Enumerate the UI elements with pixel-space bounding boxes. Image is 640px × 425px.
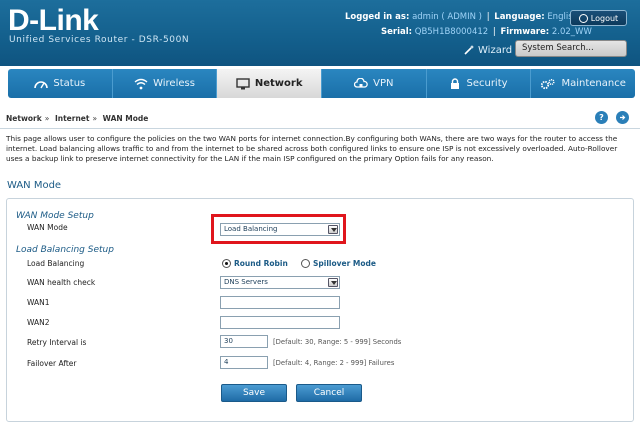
wan2-label: WAN2 (27, 318, 50, 327)
health-check-value: DNS Servers (224, 278, 268, 286)
chevron-down-icon (328, 278, 338, 287)
logged-in-info: Logged in as: admin ( ADMIN ) | Language… (345, 12, 599, 22)
firmware-value: 2.02_WW (551, 27, 592, 37)
dlink-logo: D-Link (8, 4, 99, 37)
section-title: WAN Mode (7, 180, 62, 191)
wan1-label: WAN1 (27, 298, 50, 307)
device-subtitle: Unified Services Router - DSR-500N (9, 35, 190, 45)
breadcrumb-internet[interactable]: Internet (55, 114, 90, 123)
load-balancing-setup-title: Load Balancing Setup (16, 245, 114, 255)
wan2-input[interactable] (220, 316, 340, 329)
serial-label: Serial: (381, 27, 413, 37)
highlight-annotation (211, 214, 346, 244)
wand-icon (464, 45, 474, 55)
retry-interval-hint: [Default: 30, Range: 5 - 999] Seconds (273, 338, 402, 346)
wifi-icon (134, 78, 148, 89)
breadcrumb-wan-mode: WAN Mode (102, 114, 149, 123)
logout-label: Logout (590, 13, 619, 23)
wan-mode-label: WAN Mode (27, 223, 68, 232)
nav-status-label: Status (53, 78, 86, 89)
radio-selected-icon (222, 259, 231, 268)
lock-icon (451, 77, 460, 89)
main-nav: Status Wireless Network VPN Security Mai… (8, 69, 635, 98)
logout-button[interactable]: Logout (570, 10, 627, 26)
system-search-input[interactable]: System Search... (515, 40, 627, 57)
wan-mode-setup-title: WAN Mode Setup (16, 211, 94, 221)
gauge-icon (34, 80, 49, 88)
retry-interval-label: Retry Interval is (27, 338, 87, 347)
arrow-icon (620, 115, 626, 120)
nav-network[interactable]: Network (217, 69, 323, 98)
nav-status[interactable]: Status (8, 69, 113, 98)
breadcrumb: Network» Internet» WAN Mode (6, 114, 149, 123)
nav-security-label: Security (466, 78, 508, 89)
info-icon[interactable] (616, 111, 629, 124)
failover-label: Failover After (27, 359, 77, 368)
nav-maintenance-label: Maintenance (561, 78, 626, 89)
language-label: Language: (494, 12, 545, 22)
nav-security[interactable]: Security (427, 69, 532, 98)
monitor-icon (236, 77, 250, 89)
health-check-select[interactable]: DNS Servers (220, 276, 340, 289)
device-info: Serial: QB5H1B8000412 | Firmware: 2.02_W… (381, 27, 592, 37)
wan1-input[interactable] (220, 296, 340, 309)
nav-wireless-label: Wireless (153, 78, 195, 89)
nav-maintenance[interactable]: Maintenance (531, 69, 635, 98)
health-check-label: WAN health check (27, 278, 96, 287)
help-icon[interactable]: ? (595, 111, 608, 124)
nav-vpn[interactable]: VPN (322, 69, 427, 98)
cloud-lock-icon (354, 77, 368, 88)
page-description: This page allows user to configure the p… (6, 134, 618, 163)
radio-unselected-icon (301, 259, 310, 268)
logged-in-user: admin ( ADMIN ) (412, 12, 482, 22)
nav-network-label: Network (254, 78, 303, 89)
gears-icon (541, 78, 556, 89)
round-robin-radio[interactable]: Round Robin (222, 259, 288, 268)
nav-wireless[interactable]: Wireless (113, 69, 218, 98)
logged-in-label: Logged in as: (345, 12, 410, 22)
nav-vpn-label: VPN (373, 78, 394, 89)
breadcrumb-network[interactable]: Network (6, 114, 42, 123)
failover-hint: [Default: 4, Range: 2 - 999] Failures (273, 359, 395, 367)
cancel-button[interactable]: Cancel (296, 384, 362, 402)
retry-interval-input[interactable]: 30 (220, 335, 268, 348)
firmware-label: Firmware: (500, 27, 550, 37)
wizard-link[interactable]: Wizard (463, 44, 512, 56)
top-header: D-Link Unified Services Router - DSR-500… (0, 0, 640, 66)
load-balancing-label: Load Balancing (27, 259, 85, 268)
wizard-label: Wizard (478, 44, 513, 56)
failover-input[interactable]: 4 (220, 356, 268, 369)
save-button[interactable]: Save (221, 384, 287, 402)
spillover-radio[interactable]: Spillover Mode (301, 259, 376, 268)
round-robin-label: Round Robin (234, 259, 288, 268)
power-icon (578, 13, 588, 23)
serial-value: QB5H1B8000412 (414, 27, 489, 37)
spillover-label: Spillover Mode (313, 259, 376, 268)
divider (0, 128, 640, 129)
